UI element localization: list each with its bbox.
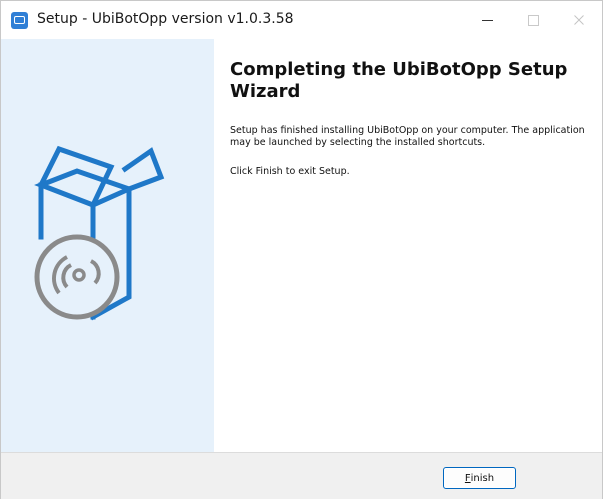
close-button[interactable] bbox=[556, 1, 602, 39]
title-bar[interactable]: Setup - UbiBotOpp version v1.0.3.58 bbox=[1, 1, 602, 39]
wizard-sidebar bbox=[1, 39, 214, 452]
maximize-icon bbox=[527, 14, 539, 26]
setup-window: Setup - UbiBotOpp version v1.0.3.58 Comp… bbox=[0, 0, 603, 499]
button-bar: Finish bbox=[1, 452, 602, 499]
software-box-with-disc-icon bbox=[34, 145, 165, 321]
close-icon bbox=[574, 15, 584, 25]
maximize-button[interactable] bbox=[510, 1, 556, 39]
minimize-icon bbox=[481, 19, 493, 21]
minimize-button[interactable] bbox=[464, 1, 510, 39]
exit-instruction: Click Finish to exit Setup. bbox=[230, 166, 350, 177]
page-title: Completing the UbiBotOpp Setup Wizard bbox=[230, 59, 568, 102]
completion-message: Setup has finished installing UbiBotOpp … bbox=[230, 125, 585, 148]
finish-button[interactable]: Finish bbox=[443, 467, 516, 489]
window-title: Setup - UbiBotOpp version v1.0.3.58 bbox=[37, 11, 294, 27]
app-icon bbox=[11, 12, 28, 29]
finish-label: inish bbox=[470, 472, 495, 484]
wizard-content: Completing the UbiBotOpp Setup Wizard Se… bbox=[214, 39, 602, 452]
